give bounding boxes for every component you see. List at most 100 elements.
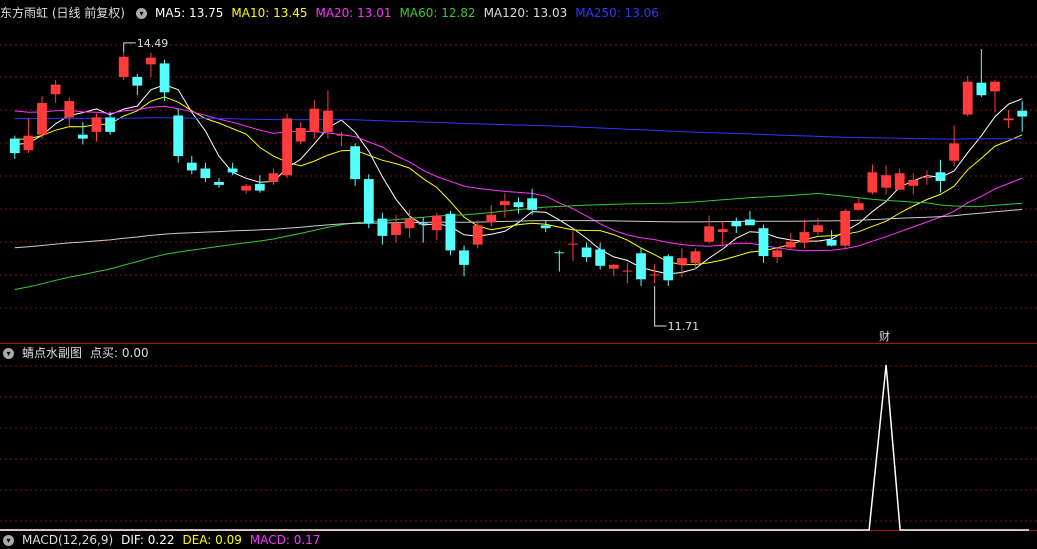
kline-chart[interactable]: 14.49 11.71 财 — [0, 0, 1037, 540]
candle-body — [37, 102, 47, 135]
ma250-label: MA250: 13.06 — [575, 6, 659, 20]
candle-body — [745, 219, 755, 226]
candle-body — [608, 264, 619, 269]
candle-body — [785, 241, 796, 248]
candle-body — [717, 229, 728, 233]
candle-body — [527, 198, 537, 210]
candle-body — [922, 177, 932, 179]
candle-body — [431, 215, 442, 231]
candle-body — [540, 225, 551, 229]
candle-body — [268, 173, 279, 182]
candle-body — [241, 185, 252, 191]
candle-body — [853, 203, 864, 210]
candle-body — [949, 143, 959, 161]
candle-body — [758, 228, 769, 257]
candle-body — [486, 214, 497, 223]
ma10-label: MA10: 13.45 — [231, 6, 308, 20]
candle-body — [772, 250, 783, 258]
dif-label: DIF: 0.22 — [121, 533, 175, 547]
candle-body — [459, 250, 469, 265]
candle-body — [962, 81, 973, 115]
candle-body — [799, 232, 810, 243]
chevron-down-icon[interactable]: ▾ — [136, 8, 147, 19]
candle-body — [513, 202, 524, 207]
candle-body — [908, 180, 919, 186]
stock-title: 东方雨虹 (日线 前复权) — [0, 6, 125, 20]
candle-body — [227, 168, 238, 173]
candle-body — [254, 183, 265, 191]
candle-body — [404, 218, 415, 229]
candle-body — [649, 274, 660, 276]
candle-body — [1003, 118, 1014, 121]
candle-body — [1017, 110, 1028, 117]
macd-label: MACD: 0.17 — [249, 533, 321, 547]
low-price-label: 11.71 — [668, 320, 700, 333]
candle-body — [990, 81, 1000, 92]
high-marker — [123, 42, 136, 52]
candle-body — [282, 118, 292, 176]
candle-body — [663, 256, 674, 281]
candle-body — [350, 146, 360, 180]
candle-body — [636, 253, 646, 280]
candle-body — [9, 138, 20, 154]
ma250-line — [14, 117, 1023, 140]
chevron-down-icon[interactable]: ▾ — [3, 535, 14, 546]
candle-body — [554, 252, 565, 254]
sub-chart-title: 蜻点水副图 — [22, 346, 83, 360]
high-price-label: 14.49 — [137, 37, 169, 50]
candle-body — [445, 213, 456, 251]
candle-body — [826, 239, 837, 246]
candle-body — [146, 57, 156, 65]
candle-body — [159, 63, 170, 93]
candle-body — [23, 135, 34, 151]
ma5-label: MA5: 13.75 — [155, 6, 224, 20]
candle-body — [935, 172, 946, 181]
sub-chart-header: ▾ 蜻点水副图 点买: 0.00 — [0, 344, 157, 362]
candle-body — [500, 201, 510, 206]
candle-body — [581, 247, 592, 258]
candle-body — [186, 162, 197, 171]
candle-body — [118, 56, 129, 77]
candle-body — [132, 76, 143, 86]
candle-body — [894, 173, 905, 190]
candle-body — [295, 128, 306, 142]
macd-title: MACD(12,26,9) — [22, 533, 114, 547]
candle-body — [363, 179, 374, 224]
candle-body — [690, 251, 701, 263]
low-marker — [654, 286, 667, 327]
candle-body — [472, 225, 483, 245]
candle-body — [173, 115, 184, 156]
candle-body — [309, 108, 320, 132]
ma120-label: MA120: 13.03 — [483, 6, 568, 20]
candle-body — [91, 117, 102, 132]
candle-body — [622, 270, 633, 272]
chevron-down-icon[interactable]: ▾ — [3, 348, 14, 359]
candle-body — [391, 223, 401, 235]
candle-body — [377, 218, 388, 236]
candle-body — [976, 82, 987, 96]
candle-body — [677, 258, 687, 265]
candle-body — [336, 134, 347, 136]
candle-body — [64, 101, 75, 118]
candle-body — [813, 225, 823, 232]
dea-label: DEA: 0.09 — [182, 533, 242, 547]
candle-body — [323, 110, 333, 132]
candle-body — [418, 223, 429, 225]
candle-body — [867, 172, 878, 193]
ma20-label: MA20: 13.01 — [315, 6, 392, 20]
candle-body — [214, 182, 224, 185]
main-chart-header: 东方雨虹 (日线 前复权) ▾ MA5: 13.75 MA10: 13.45 MA20:… — [0, 4, 667, 22]
candle-body — [78, 134, 88, 139]
candle-body — [881, 175, 891, 188]
candle-body — [568, 243, 578, 245]
sub-chart-value: 点买: 0.00 — [90, 346, 149, 360]
candle-body — [704, 226, 714, 242]
candle-body — [595, 249, 606, 266]
ma60-label: MA60: 12.82 — [399, 6, 476, 20]
buy-signal-line — [0, 364, 1029, 531]
candle-body — [50, 84, 61, 95]
macd-header: ▾ MACD(12,26,9) DIF: 0.22 DEA: 0.09 MACD: 0.… — [0, 531, 328, 549]
candle-body — [105, 117, 115, 132]
candle-body — [840, 210, 851, 246]
candle-body — [731, 221, 742, 227]
